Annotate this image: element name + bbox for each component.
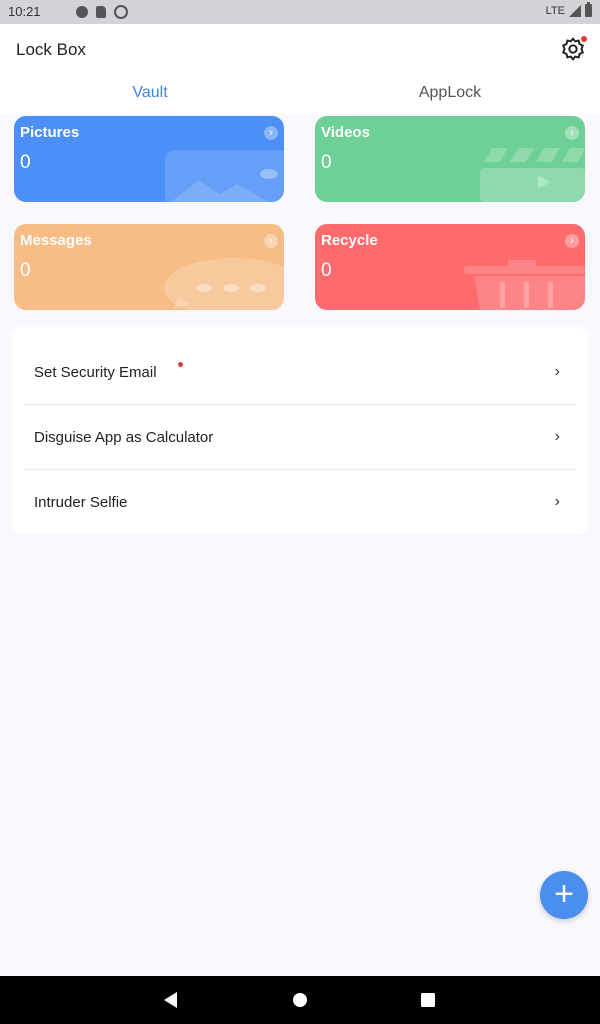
pictures-card[interactable]: Pictures 0 › — [14, 116, 284, 202]
battery-icon — [585, 2, 592, 17]
system-nav-bar — [0, 976, 600, 1024]
settings-list: Set Security Email › Disguise App as Cal… — [12, 327, 588, 534]
add-button[interactable]: + — [540, 871, 588, 919]
list-item-label: Set Security Email — [34, 363, 157, 381]
videos-card[interactable]: Videos 0 › — [315, 116, 585, 202]
tab-applock[interactable]: AppLock — [300, 76, 600, 114]
settings-button[interactable] — [560, 36, 588, 64]
chevron-right-icon: › — [565, 234, 579, 248]
card-count: 0 — [321, 152, 332, 173]
settings-badge — [581, 36, 587, 42]
list-item-disguise-calculator[interactable]: Disguise App as Calculator › — [24, 405, 576, 469]
signal-icon — [569, 4, 581, 17]
recents-icon[interactable] — [421, 993, 435, 1007]
status-icons-left — [76, 5, 128, 19]
picture-icon — [165, 150, 284, 202]
notification-icon — [76, 6, 88, 18]
messages-card[interactable]: Messages 0 › — [14, 224, 284, 310]
trash-icon — [464, 260, 585, 310]
network-type: LTE — [545, 4, 565, 17]
sd-card-icon — [96, 6, 106, 18]
sync-icon — [114, 5, 128, 19]
status-bar: 10:21 LTE — [0, 0, 600, 24]
list-item-label: Disguise App as Calculator — [34, 428, 214, 446]
list-item-label: Intruder Selfie — [34, 493, 128, 511]
card-title: Pictures — [20, 124, 80, 141]
card-title: Videos — [321, 124, 370, 141]
card-count: 0 — [20, 152, 31, 173]
card-count: 0 — [321, 260, 332, 281]
card-title: Messages — [20, 232, 92, 249]
tab-bar: Vault AppLock — [0, 76, 600, 114]
chevron-right-icon: › — [264, 126, 278, 140]
back-icon[interactable] — [164, 992, 177, 1008]
app-bar: Lock Box — [0, 24, 600, 76]
chevron-right-icon: › — [554, 363, 560, 380]
status-icons-right: LTE — [545, 2, 592, 17]
chevron-right-icon: › — [554, 428, 560, 445]
home-icon[interactable] — [293, 993, 307, 1007]
screen: 10:21 LTE Lock Box Vault AppLock Picture… — [0, 0, 600, 1024]
card-count: 0 — [20, 260, 31, 281]
chevron-right-icon: › — [264, 234, 278, 248]
status-time: 10:21 — [8, 4, 41, 19]
recycle-card[interactable]: Recycle 0 › — [315, 224, 585, 310]
chat-bubble-icon — [164, 258, 284, 310]
list-item-security-email[interactable]: Set Security Email › — [24, 340, 576, 404]
chevron-right-icon: › — [565, 126, 579, 140]
security-email-badge — [178, 362, 183, 367]
clapperboard-icon — [480, 148, 585, 202]
plus-icon: + — [554, 875, 574, 913]
list-item-intruder-selfie[interactable]: Intruder Selfie › — [24, 470, 576, 534]
tab-vault[interactable]: Vault — [0, 76, 300, 114]
card-title: Recycle — [321, 232, 378, 249]
page-title: Lock Box — [16, 40, 86, 59]
chevron-right-icon: › — [554, 493, 560, 510]
